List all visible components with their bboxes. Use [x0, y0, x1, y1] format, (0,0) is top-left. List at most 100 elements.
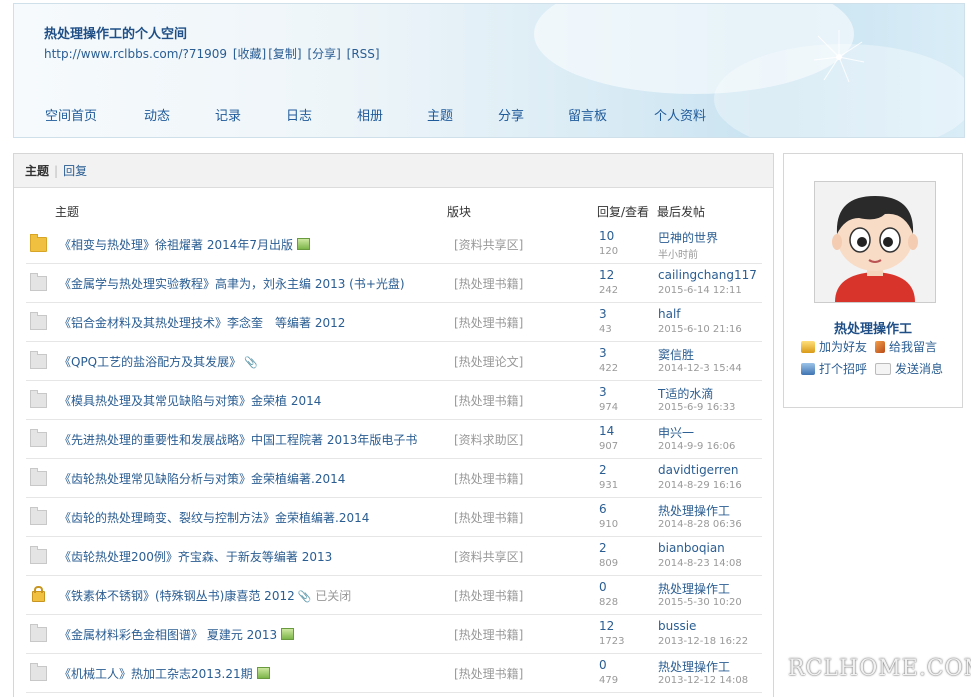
tab-threads[interactable]: 主题 — [25, 162, 49, 179]
thread-forum-link[interactable]: [热处理书籍] — [454, 470, 523, 487]
copy-link[interactable]: [复制] — [268, 47, 301, 61]
last-post-time: 2014-9-9 16:06 — [658, 441, 736, 452]
new-folder-icon — [30, 234, 47, 252]
favorite-link[interactable]: [收藏] — [233, 47, 266, 61]
thread-title-cell: 《模具热处理及其常见缺陷与对策》金荣植 2014 — [59, 392, 321, 409]
thread-forum-link[interactable]: [资料共享区] — [454, 236, 523, 253]
share-link[interactable]: [分享] — [307, 47, 340, 61]
last-poster-link[interactable]: 热处理操作工 — [658, 502, 730, 519]
nav-guestbook[interactable]: 留言板 — [568, 105, 607, 124]
table-row: 《先进热处理的重要性和发展战略》中国工程院著 2013年版电子书 [资料求助区] 1… — [26, 420, 762, 459]
rss-link[interactable]: [RSS] — [347, 47, 380, 61]
thread-title-link[interactable]: 《铁素体不锈钢》(特殊钢丛书)康喜范 2012 — [59, 589, 295, 603]
thread-title-link[interactable]: 《相变与热处理》徐祖燿著 2014年7月出版 — [59, 238, 293, 252]
nav-blog[interactable]: 日志 — [286, 105, 312, 124]
reply-count: 3 — [599, 307, 607, 321]
thread-title-link[interactable]: 《QPQ工艺的盐浴配方及其发展》 — [59, 355, 241, 369]
thread-forum-link[interactable]: [热处理书籍] — [454, 626, 523, 643]
last-poster-link[interactable]: davidtigerren — [658, 463, 738, 477]
thread-forum-link[interactable]: [资料共享区] — [454, 548, 523, 565]
dandelion-icon — [813, 30, 865, 83]
pencil-icon — [875, 341, 885, 353]
table-row: 《机械工人》热加工杂志2013.21期 [热处理书籍] 0 479 热处理操作工 2013… — [26, 654, 762, 693]
add-friend-link[interactable]: 加为好友 — [801, 338, 867, 355]
nav-threads[interactable]: 主题 — [427, 105, 453, 124]
thread-title-cell: 《金属材料彩色金相图谱》 夏建元 2013 — [59, 626, 295, 643]
last-poster-link[interactable]: bianboqian — [658, 541, 725, 555]
lock-icon — [32, 586, 45, 602]
thread-title-link[interactable]: 《铝合金材料及其热处理技术》李念奎 等编著 2012 — [59, 316, 345, 330]
reply-count: 3 — [599, 346, 607, 360]
nav-share[interactable]: 分享 — [498, 105, 524, 124]
last-poster-link[interactable]: half — [658, 307, 681, 321]
leave-message-link[interactable]: 给我留言 — [875, 338, 937, 355]
reply-count: 2 — [599, 463, 607, 477]
view-count: 422 — [599, 363, 619, 374]
thread-title-cell: 《金属学与热处理实验教程》高聿为，刘永主编 2013 (书+光盘) — [59, 275, 405, 292]
thread-title-link[interactable]: 《金属学与热处理实验教程》高聿为，刘永主编 2013 (书+光盘) — [59, 277, 405, 291]
thread-forum-link[interactable]: [资料求助区] — [454, 431, 523, 448]
last-post-time: 2014-8-28 06:36 — [658, 519, 742, 530]
avatar[interactable] — [814, 181, 936, 303]
last-poster-link[interactable]: cailingchang117 — [658, 268, 757, 282]
thread-title-link[interactable]: 《先进热处理的重要性和发展战略》中国工程院著 2013年版电子书 — [59, 433, 417, 447]
last-poster-link[interactable]: 窦信胜 — [658, 346, 694, 363]
nav-feed[interactable]: 动态 — [144, 105, 170, 124]
nav-home[interactable]: 空间首页 — [45, 105, 97, 124]
view-count: 910 — [599, 519, 619, 530]
thread-forum-link[interactable]: [热处理书籍] — [454, 314, 523, 331]
view-count: 43 — [599, 324, 612, 335]
folder-icon — [30, 507, 47, 525]
thread-forum-link[interactable]: [热处理论文] — [454, 353, 523, 370]
table-row: 《齿轮热处理常见缺陷分析与对策》金荣植编著.2014 [热处理书籍] 2 931 dav… — [26, 459, 762, 498]
thread-forum-link[interactable]: [热处理书籍] — [454, 587, 523, 604]
folder-icon — [30, 429, 47, 447]
last-poster-link[interactable]: 热处理操作工 — [658, 658, 730, 675]
last-post-time: 2013-12-18 16:22 — [658, 636, 749, 647]
last-poster-link[interactable]: 申兴一 — [658, 424, 694, 441]
envelope-icon — [875, 363, 891, 375]
folder-icon — [30, 624, 47, 642]
thread-title-link[interactable]: 《模具热处理及其常见缺陷与对策》金荣植 2014 — [59, 394, 321, 408]
nav-album[interactable]: 相册 — [357, 105, 383, 124]
thread-title-cell: 《机械工人》热加工杂志2013.21期 — [59, 665, 270, 682]
nav-records[interactable]: 记录 — [215, 105, 241, 124]
thread-list-panel: 主题 | 回复 主题 版块 回复/查看 最后发帖 《相变与热处理》徐祖燿著 20… — [13, 153, 774, 697]
thread-forum-link[interactable]: [热处理书籍] — [454, 275, 523, 292]
image-attachment-icon — [256, 667, 270, 679]
tab-replies[interactable]: 回复 — [63, 162, 87, 179]
table-row: 《模具热处理及其常见缺陷与对策》金荣植 2014 [热处理书籍] 3 974 T适的水滴… — [26, 381, 762, 420]
last-poster-link[interactable]: 热处理操作工 — [658, 580, 730, 597]
thread-title-link[interactable]: 《齿轮热处理常见缺陷分析与对策》金荣植编著.2014 — [59, 472, 345, 486]
leave-message-label: 给我留言 — [889, 340, 938, 354]
folder-icon — [30, 312, 47, 330]
reply-count: 0 — [599, 658, 607, 672]
reply-count: 3 — [599, 385, 607, 399]
space-url-link[interactable]: http://www.rclbbs.com/?71909 — [44, 47, 227, 61]
thread-title-link[interactable]: 《齿轮的热处理畸变、裂纹与控制方法》金荣植编著.2014 — [59, 511, 369, 525]
send-message-link[interactable]: 发送消息 — [875, 360, 943, 377]
thread-forum-link[interactable]: [热处理书籍] — [454, 509, 523, 526]
folder-icon — [30, 546, 47, 564]
last-post-time: 2015-6-9 16:33 — [658, 402, 736, 413]
site-watermark: RCLHOME.COM — [788, 656, 971, 681]
folder-icon — [30, 351, 47, 369]
paperclip-icon: 📎 — [244, 356, 258, 369]
thread-status: 已关闭 — [315, 589, 352, 603]
thread-title-link[interactable]: 《齿轮热处理200例》齐宝森、于新友等编著 2013 — [59, 550, 332, 564]
last-poster-link[interactable]: bussie — [658, 619, 696, 633]
thread-forum-link[interactable]: [热处理书籍] — [454, 665, 523, 682]
folder-icon — [30, 468, 47, 486]
thread-title-link[interactable]: 《金属材料彩色金相图谱》 夏建元 2013 — [59, 628, 277, 642]
thread-forum-link[interactable]: [热处理书籍] — [454, 392, 523, 409]
column-replies-views: 回复/查看 — [597, 205, 650, 219]
last-poster-link[interactable]: T适的水滴 — [658, 385, 713, 402]
thread-tabs: 主题 | 回复 — [14, 154, 773, 188]
last-post-time: 2014-8-23 14:08 — [658, 558, 742, 569]
profile-name[interactable]: 热处理操作工 — [784, 318, 962, 337]
nav-profile[interactable]: 个人资料 — [654, 105, 706, 124]
last-poster-link[interactable]: 巴神的世界 — [658, 229, 718, 246]
greet-link[interactable]: 打个招呼 — [801, 360, 867, 377]
column-last-post: 最后发帖 — [657, 205, 706, 219]
thread-title-link[interactable]: 《机械工人》热加工杂志2013.21期 — [59, 667, 253, 681]
